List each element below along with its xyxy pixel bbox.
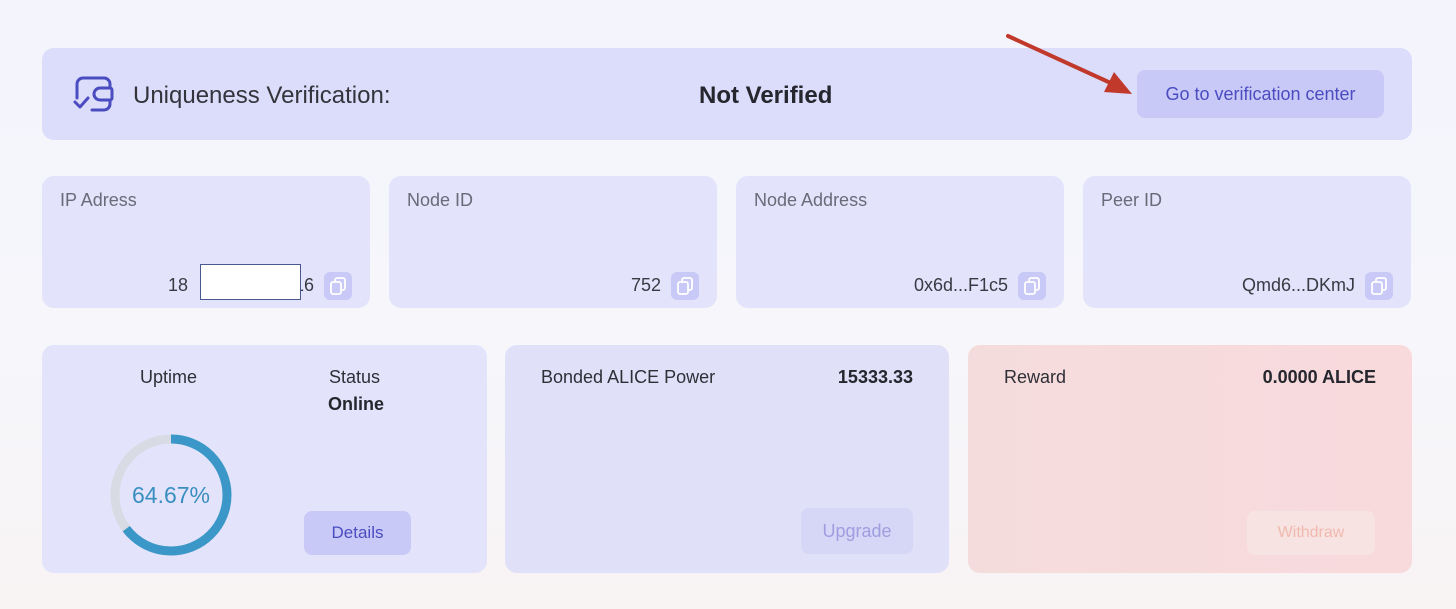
reward-value: 0.0000 ALICE xyxy=(1262,367,1376,387)
bonded-power-value: 15333.33 xyxy=(837,367,913,387)
verification-status: Not Verified xyxy=(699,82,833,109)
peer-id-value: Qmd6...DKmJ xyxy=(1241,275,1355,295)
verification-banner: Uniqueness Verification: Not Verified Go… xyxy=(42,48,1412,140)
reward-card: Reward 0.0000 ALICE Withdraw xyxy=(968,345,1412,573)
ip-address-prefix: 18 xyxy=(167,275,188,295)
uptime-percent: 64.67% xyxy=(131,482,210,508)
uptime-label: Uptime xyxy=(140,367,198,387)
node-address-card: Node Address 0x6d...F1c5 xyxy=(736,176,1064,308)
copy-icon[interactable] xyxy=(671,272,699,300)
copy-icon[interactable] xyxy=(1365,272,1393,300)
node-id-value: 752 xyxy=(630,275,661,295)
verification-label: Uniqueness Verification: xyxy=(133,82,391,109)
status-label: Status xyxy=(329,367,381,387)
bonded-power-card: Bonded ALICE Power 15333.33 Upgrade xyxy=(505,345,949,573)
peer-id-title: Peer ID xyxy=(1101,190,1163,210)
copy-icon[interactable] xyxy=(1018,272,1046,300)
reward-label: Reward xyxy=(1004,367,1067,387)
copy-icon[interactable] xyxy=(324,272,352,300)
node-id-title: Node ID xyxy=(407,190,474,210)
node-id-card: Node ID 752 xyxy=(389,176,717,308)
node-address-title: Node Address xyxy=(754,190,868,210)
peer-id-card: Peer ID Qmd6...DKmJ xyxy=(1083,176,1411,308)
ip-address-title: IP Adress xyxy=(60,190,137,210)
wallet-check-icon xyxy=(72,74,116,114)
upgrade-button[interactable]: Upgrade xyxy=(801,508,913,554)
node-address-value: 0x6d...F1c5 xyxy=(913,275,1008,295)
uptime-card: Uptime Status Online 64.67% Details xyxy=(42,345,487,573)
withdraw-button[interactable]: Withdraw xyxy=(1247,511,1375,555)
details-button[interactable]: Details xyxy=(304,511,411,555)
redaction-box xyxy=(200,264,301,300)
go-to-verification-center-button[interactable]: Go to verification center xyxy=(1137,70,1384,118)
arrow-annotation-icon xyxy=(1006,34,1132,94)
status-value: Online xyxy=(328,394,385,414)
ip-address-card: IP Adress 18 16 xyxy=(42,176,370,308)
bonded-power-label: Bonded ALICE Power xyxy=(541,367,716,387)
